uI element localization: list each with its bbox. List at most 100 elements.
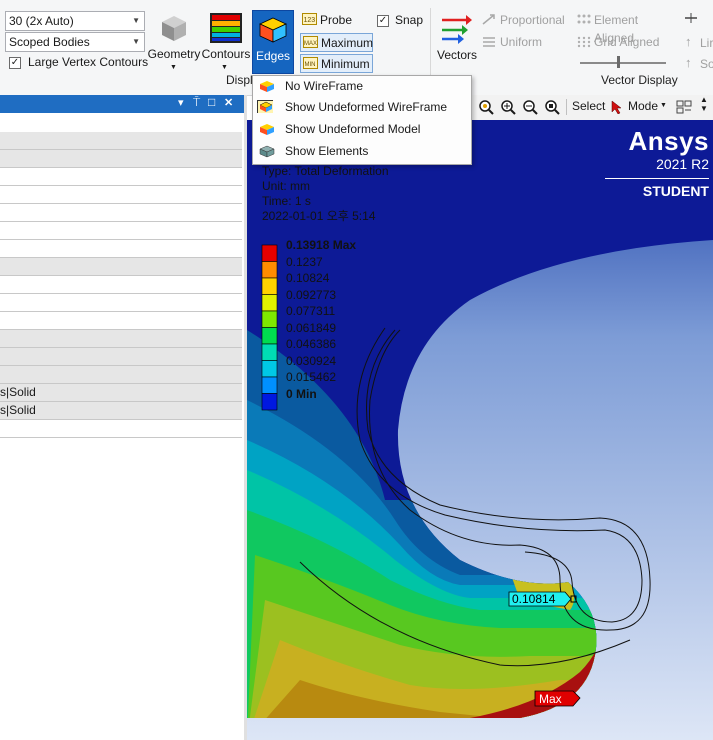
legend-swatch — [261, 277, 278, 295]
details-row[interactable] — [0, 258, 242, 276]
scope-combo[interactable]: Scoped Bodies ▼ — [5, 32, 145, 52]
probe-icon: 123 — [302, 13, 317, 25]
solid-partial-label: So — [700, 57, 713, 71]
close-icon[interactable]: ✕ — [224, 96, 233, 109]
chevron-down-icon: ▼ — [221, 64, 228, 71]
overflow-chevron-icon[interactable]: ▲ ▼ — [700, 95, 708, 113]
select-label: Select — [572, 99, 606, 113]
vector-display-group-label: Vector Display — [601, 73, 678, 87]
arrow-up-icon: ↑ — [685, 34, 692, 49]
resolution-combo[interactable]: 30 (2x Auto) ▼ — [5, 11, 145, 31]
details-panel: ▾ ⍑ □ ✕ s|Solid s|Solid — [0, 95, 244, 740]
details-row[interactable] — [0, 222, 242, 240]
details-row[interactable] — [0, 150, 242, 168]
chevron-down-icon: ▼ — [132, 16, 140, 25]
details-table-gap — [0, 113, 242, 132]
line-form-partial: Lir ↑ ↑ So — [680, 9, 713, 71]
snap-checkbox[interactable]: ✓ — [377, 15, 389, 27]
panel-menu-icon[interactable]: ▾ — [178, 96, 184, 109]
details-row[interactable] — [0, 240, 242, 258]
details-row[interactable] — [0, 276, 242, 294]
logo-divider — [605, 178, 709, 179]
zoom-fit-icon[interactable] — [478, 99, 494, 115]
select-mode-button[interactable]: Mode ▼ — [608, 97, 668, 117]
proportional-button[interactable]: Proportional — [480, 11, 575, 30]
menu-item-show-elements[interactable]: Show Elements — [253, 141, 471, 162]
grid-aligned-label: Grid Aligned — [594, 35, 660, 49]
max-annotation[interactable]: Max — [534, 690, 581, 707]
menu-item-no-wireframe[interactable]: No WireFrame — [253, 76, 471, 97]
geometry-button[interactable]: Geometry ▼ — [148, 12, 200, 78]
details-row[interactable]: s|Solid — [0, 384, 242, 402]
menu-item-label: No WireFrame — [285, 79, 364, 93]
legend-label: 0.10824 — [286, 271, 330, 285]
details-row[interactable] — [0, 348, 242, 366]
vectors-button[interactable]: Vectors — [436, 12, 480, 72]
legend-label: 0.1237 — [286, 254, 323, 269]
edges-button[interactable]: Edges — [252, 10, 294, 74]
details-row[interactable] — [0, 204, 242, 222]
legend-swatch — [261, 310, 278, 328]
details-table: s|Solid s|Solid — [0, 132, 244, 438]
graphics-viewport[interactable]: 0.10814 Max Ansys 2021 R2 STUDENT Type: … — [247, 120, 713, 740]
probe-annotation[interactable]: 0.10814 — [508, 591, 577, 607]
snap-label: Snap — [395, 13, 424, 27]
menu-item-label: Show Undeformed Model — [285, 122, 421, 136]
probe-label: Probe — [320, 13, 353, 27]
line-partial-label: Lir — [700, 36, 713, 50]
zoom-in-icon[interactable] — [500, 99, 516, 115]
result-info: Type: Total Deformation Unit: mm Time: 1… — [262, 164, 389, 224]
edges-dropdown-menu: No WireFrame Show Undeformed WireFrame S… — [252, 75, 472, 165]
legend-swatch — [261, 261, 278, 279]
result-time: Time: 1 s — [262, 194, 311, 208]
contours-button[interactable]: Contours ▼ — [202, 12, 250, 78]
minimum-button[interactable]: MIN Minimum — [300, 54, 373, 73]
uniform-icon — [483, 37, 495, 47]
details-row[interactable] — [0, 168, 242, 186]
maximum-label: Maximum — [321, 36, 374, 50]
grid-aligned-button[interactable]: Grid Aligned — [574, 33, 674, 52]
legend-swatch — [261, 393, 278, 411]
contours-label: Contours — [201, 47, 251, 61]
menu-item-show-undeformed-wireframe[interactable]: Show Undeformed WireFrame — [253, 97, 471, 118]
pin-icon[interactable]: ⍑ — [193, 95, 200, 110]
zoom-out-icon[interactable] — [522, 99, 538, 115]
menu-item-show-undeformed-model[interactable]: Show Undeformed Model — [253, 119, 471, 140]
chevron-down-icon: ▼ — [660, 102, 667, 109]
details-row[interactable] — [0, 294, 242, 312]
probe-button[interactable]: 123 Probe — [300, 11, 372, 30]
details-row[interactable] — [0, 132, 242, 150]
ansys-version: 2021 R2 — [656, 156, 709, 172]
details-row[interactable] — [0, 420, 242, 438]
line-icon — [685, 13, 697, 23]
select-type-icon[interactable] — [676, 99, 694, 115]
contours-icon — [210, 13, 242, 43]
probe-value: 0.10814 — [512, 592, 556, 606]
details-row[interactable] — [0, 366, 242, 384]
arrow-up-icon: ↑ — [685, 55, 692, 70]
details-row[interactable]: s|Solid — [0, 402, 242, 420]
viewport-toolbar: Select Mode ▼ ▲ ▼ — [472, 95, 713, 120]
details-row[interactable] — [0, 186, 242, 204]
mode-label: Mode — [628, 99, 659, 113]
legend-swatch — [261, 376, 278, 394]
legend-label: 0.13918 Max — [286, 238, 357, 252]
legend-label: 0.046386 — [286, 337, 337, 351]
geometry-cube-icon — [162, 16, 186, 41]
vectors-label: Vectors — [436, 48, 478, 62]
vector-slider-thumb[interactable] — [617, 56, 620, 68]
details-row[interactable] — [0, 312, 242, 330]
legend-swatch — [261, 343, 278, 361]
element-aligned-button[interactable]: Element Aligned — [574, 11, 680, 45]
large-vertex-checkbox[interactable]: ✓ — [9, 57, 21, 69]
zoom-box-icon[interactable] — [544, 99, 560, 115]
maximum-button[interactable]: MAX Maximum — [300, 33, 373, 52]
svg-text:MAX: MAX — [304, 41, 317, 47]
colored-cube-icon — [260, 124, 274, 135]
legend-swatch — [261, 294, 278, 312]
details-row[interactable] — [0, 330, 242, 348]
vector-length-slider[interactable] — [580, 62, 666, 64]
uniform-button[interactable]: Uniform — [480, 33, 575, 52]
maximize-icon[interactable]: □ — [208, 95, 215, 109]
proportional-icon — [482, 14, 495, 25]
